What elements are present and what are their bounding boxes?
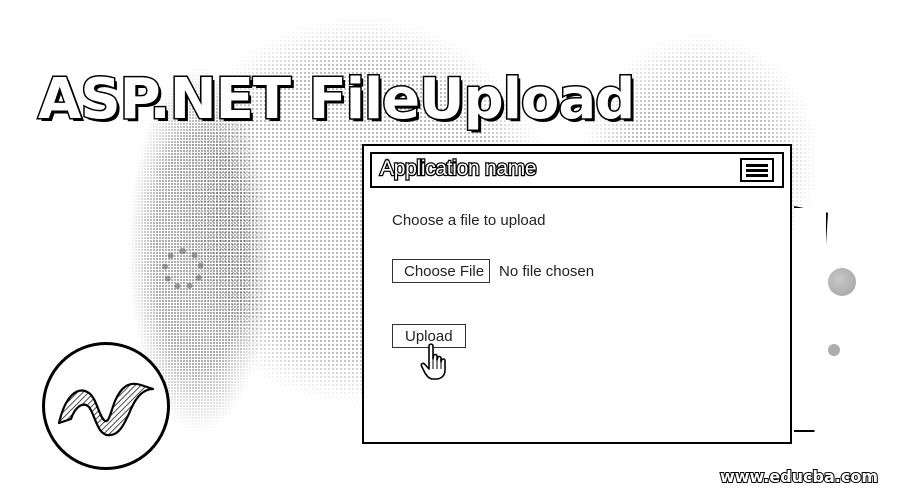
dotnet-logo-icon [42, 342, 170, 470]
page-title: ASP.NET FileUpload [36, 66, 636, 132]
watermark: www.educba.com [719, 466, 879, 487]
hand-pointer-icon [420, 343, 446, 380]
window-frame: Application name Choose a file to upload… [362, 144, 792, 444]
file-status-text: No file chosen [499, 262, 595, 280]
app-window: Application name Choose a file to upload… [362, 144, 828, 444]
upload-prompt-label: Choose a file to upload [392, 212, 546, 229]
hamburger-menu-icon[interactable] [740, 158, 774, 182]
file-input: Choose File No file chosen [392, 258, 594, 284]
app-name-link[interactable]: Application name [379, 156, 538, 182]
decorative-circle [828, 268, 856, 296]
decorative-dot [828, 344, 840, 356]
gear-icon [162, 248, 204, 290]
navbar: Application name [370, 152, 784, 188]
choose-file-button[interactable]: Choose File [392, 259, 491, 283]
